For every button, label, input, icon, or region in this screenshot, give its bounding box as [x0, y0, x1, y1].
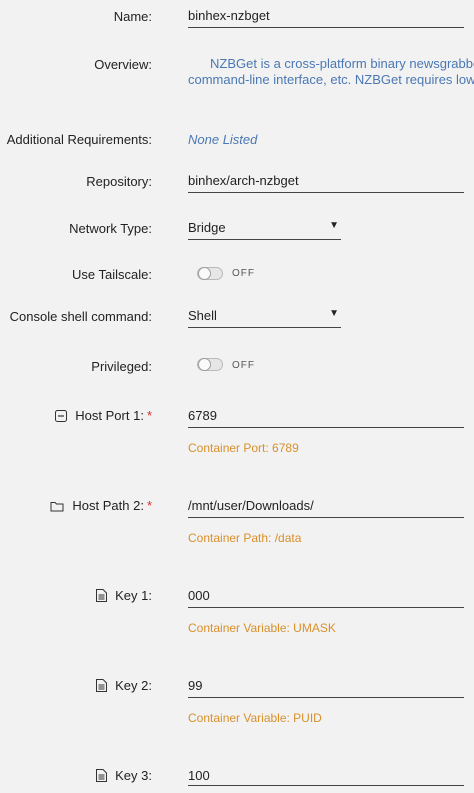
key1-input[interactable]: 000	[188, 582, 464, 608]
repository-label: Repository:	[86, 174, 152, 189]
chevron-down-icon: ▼	[329, 308, 339, 319]
container-port-note: Container Port: 6789	[188, 441, 299, 455]
key1-label-text: Key 1:	[115, 588, 152, 603]
privileged-label: Privileged:	[91, 359, 152, 374]
overview-text: NZBGet is a cross-platform binary newsgr…	[188, 56, 474, 88]
name-input[interactable]: binhex-nzbget	[188, 2, 464, 28]
key2-input[interactable]: 99	[188, 672, 464, 698]
host-path-input[interactable]: /mnt/user/Downloads/	[188, 492, 464, 518]
container-variable-umask-note: Container Variable: UMASK	[188, 621, 336, 635]
folder-icon	[50, 500, 64, 515]
overview-line-2: command-line interface, etc. NZBGet requ…	[188, 72, 474, 87]
toggle-knob	[198, 358, 211, 371]
container-path-note: Container Path: /data	[188, 531, 302, 545]
console-shell-value: Shell	[188, 308, 217, 323]
network-type-select[interactable]: Bridge ▼	[188, 214, 341, 240]
key1-label: Key 1:	[96, 588, 152, 605]
overview-label: Overview:	[94, 57, 152, 72]
requirements-value: None Listed	[188, 132, 258, 147]
document-icon	[96, 679, 108, 695]
requirements-label: Additional Requirements:	[6, 132, 152, 147]
key3-label: Key 3:	[96, 768, 152, 785]
container-variable-puid-note: Container Variable: PUID	[188, 711, 322, 725]
host-port-input[interactable]: 6789	[188, 402, 464, 428]
repository-input[interactable]: binhex/arch-nzbget	[188, 167, 464, 193]
tailscale-state: OFF	[232, 268, 255, 279]
console-shell-select[interactable]: Shell ▼	[188, 302, 341, 328]
chevron-down-icon: ▼	[329, 220, 339, 231]
key2-label: Key 2:	[96, 678, 152, 695]
tailscale-label: Use Tailscale:	[72, 267, 152, 282]
document-icon	[96, 589, 108, 605]
toggle-knob	[198, 267, 211, 280]
host-port-label-text: Host Port 1:	[75, 408, 144, 423]
key2-label-text: Key 2:	[115, 678, 152, 693]
key3-input[interactable]: 100	[188, 762, 464, 786]
privileged-toggle[interactable]	[197, 358, 223, 371]
name-label: Name:	[113, 9, 152, 24]
key3-label-text: Key 3:	[115, 768, 152, 783]
host-port-label: Host Port 1: *	[55, 408, 152, 425]
required-marker: *	[146, 498, 152, 513]
console-shell-label: Console shell command:	[9, 309, 152, 324]
overview-line-1: NZBGet is a cross-platform binary newsgr…	[210, 56, 474, 71]
network-type-label: Network Type:	[69, 221, 152, 236]
privileged-state: OFF	[232, 360, 255, 371]
container-settings-form: Name: binhex-nzbget Overview: NZBGet is …	[0, 0, 474, 793]
collapse-square-icon[interactable]	[55, 410, 68, 425]
document-icon	[96, 769, 108, 785]
host-path-label: Host Path 2: *	[50, 498, 152, 515]
tailscale-toggle[interactable]	[197, 267, 223, 280]
network-type-value: Bridge	[188, 220, 226, 235]
host-path-label-text: Host Path 2:	[72, 498, 144, 513]
required-marker: *	[146, 408, 152, 423]
